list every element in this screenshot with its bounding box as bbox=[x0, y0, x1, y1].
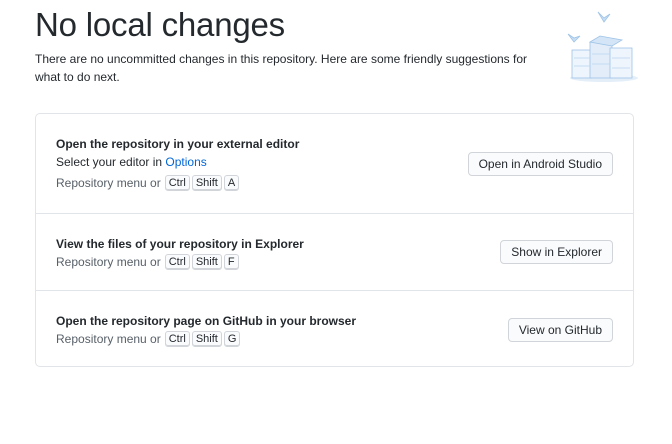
view-on-github-button[interactable]: View on GitHub bbox=[507, 318, 613, 342]
key-a: A bbox=[223, 175, 240, 191]
suggestion-text: View the files of your repository in Exp… bbox=[56, 236, 304, 270]
shortcut-label: Repository menu or bbox=[56, 176, 161, 190]
key-ctrl: Ctrl bbox=[164, 175, 190, 191]
no-changes-view: No local changes There are no uncommitte… bbox=[0, 0, 672, 444]
suggestion-view-github: Open the repository page on GitHub in yo… bbox=[36, 291, 633, 366]
shortcut-hint: Repository menu or Ctrl Shift A bbox=[56, 175, 299, 191]
suggestion-text: Open the repository in your external edi… bbox=[56, 136, 299, 191]
suggestion-title: View the files of your repository in Exp… bbox=[56, 237, 304, 251]
open-in-editor-button[interactable]: Open in Android Studio bbox=[467, 152, 613, 176]
key-ctrl: Ctrl bbox=[164, 254, 190, 270]
key-shift: Shift bbox=[191, 331, 222, 347]
key-f: F bbox=[223, 254, 239, 270]
shortcut-hint: Repository menu or Ctrl Shift F bbox=[56, 254, 304, 270]
options-link[interactable]: Options bbox=[165, 155, 206, 169]
page-title: No local changes bbox=[35, 6, 285, 43]
suggestion-open-editor: Open the repository in your external edi… bbox=[36, 114, 633, 214]
show-in-explorer-button[interactable]: Show in Explorer bbox=[500, 240, 613, 264]
page-subtitle: There are no uncommitted changes in this… bbox=[35, 52, 528, 84]
suggestion-title: Open the repository page on GitHub in yo… bbox=[56, 314, 357, 328]
suggestion-title: Open the repository in your external edi… bbox=[56, 137, 300, 151]
suggestion-show-explorer: View the files of your repository in Exp… bbox=[36, 214, 633, 291]
key-ctrl: Ctrl bbox=[164, 331, 190, 347]
suggestions-card: Open the repository in your external edi… bbox=[35, 113, 634, 367]
suggestion-description: Select your editor in Options bbox=[56, 154, 299, 170]
empty-changes-illustration-icon bbox=[567, 11, 638, 82]
key-shift: Shift bbox=[191, 175, 222, 191]
suggestion-text: Open the repository page on GitHub in yo… bbox=[56, 313, 356, 347]
shortcut-hint: Repository menu or Ctrl Shift G bbox=[56, 331, 356, 347]
shortcut-label: Repository menu or bbox=[56, 255, 161, 269]
key-shift: Shift bbox=[191, 254, 222, 270]
key-g: G bbox=[223, 331, 241, 347]
description-text: Select your editor in bbox=[56, 155, 166, 169]
shortcut-label: Repository menu or bbox=[56, 332, 161, 346]
header: No local changes There are no uncommitte… bbox=[35, 4, 555, 86]
